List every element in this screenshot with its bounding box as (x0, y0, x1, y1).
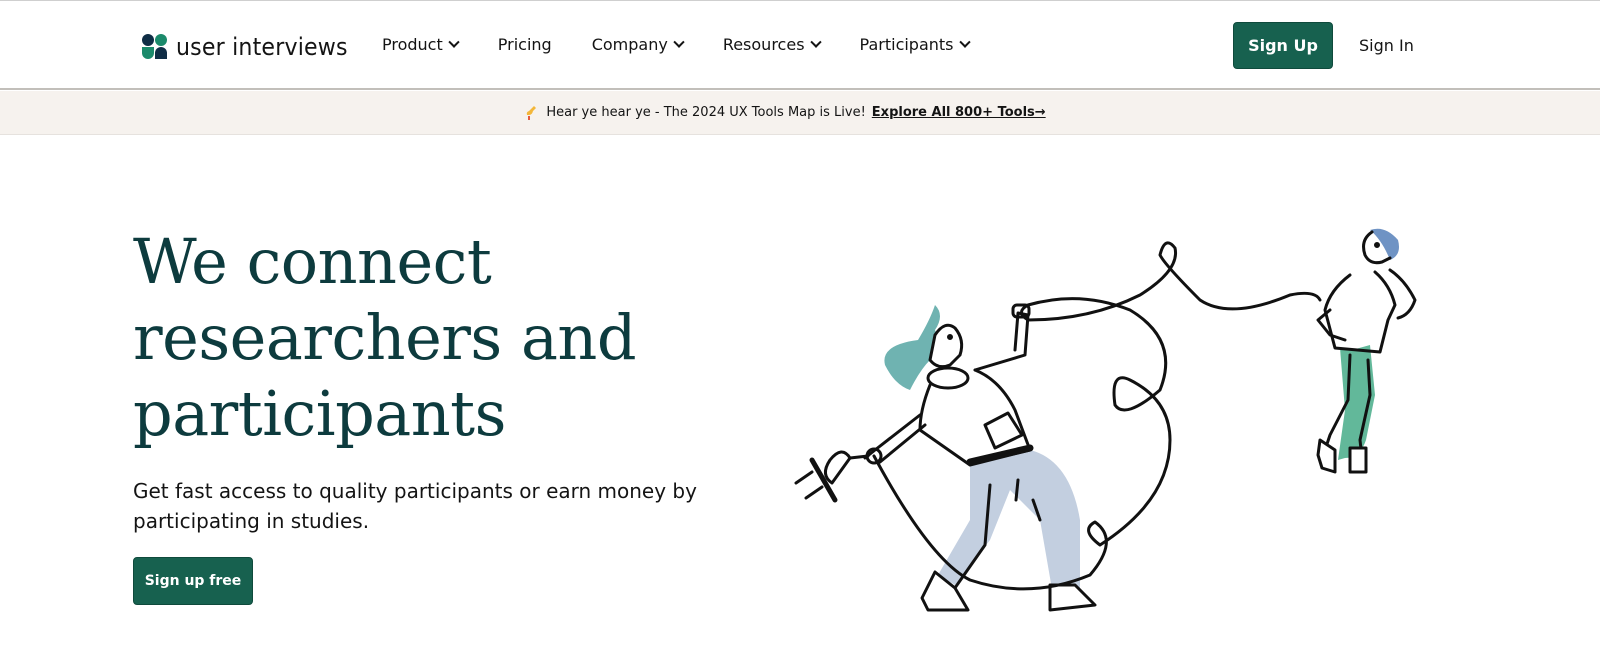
announcement-banner: Hear ye hear ye - The 2024 UX Tools Map … (0, 91, 1600, 135)
sign-up-button[interactable]: Sign Up (1233, 22, 1333, 69)
cable-line-illustration (872, 241, 1322, 591)
nav-item-label: Pricing (497, 35, 552, 54)
hero-title: We connect researchers and participants (133, 224, 733, 452)
man-figure-illustration (1316, 228, 1417, 474)
hero-illustration (794, 228, 1417, 612)
trumpet-icon (527, 105, 537, 120)
main-nav: Product Pricing Company Resources Partic… (382, 35, 1009, 54)
explore-tools-link[interactable]: Explore All 800+ Tools→ (872, 105, 1046, 120)
hero-title-line: We connect (133, 225, 492, 298)
nav-item-pricing[interactable]: Pricing (498, 35, 552, 54)
nav-item-participants[interactable]: Participants (859, 35, 971, 54)
nav-item-label: Participants (859, 35, 954, 54)
hero-title-line: participants (133, 377, 506, 450)
nav-item-product[interactable]: Product (382, 35, 460, 54)
nav-item-label: Resources (722, 35, 805, 54)
logo-icon (142, 34, 168, 60)
chevron-down-icon (809, 36, 822, 48)
sign-up-free-button[interactable]: Sign up free (133, 557, 253, 605)
chevron-down-icon (448, 36, 460, 48)
nav-item-company[interactable]: Company (591, 35, 685, 54)
nav-item-label: Company (591, 35, 668, 54)
hero-title-line: researchers and (133, 301, 637, 374)
hero-subtitle: Get fast access to quality participants … (133, 479, 697, 533)
site-header: user interviews Product Pricing Company … (0, 1, 1600, 90)
logo-text: user interviews (176, 33, 348, 61)
banner-text: Hear ye hear ye - The 2024 UX Tools Map … (546, 105, 866, 120)
nav-item-label: Product (382, 35, 443, 54)
logo-link[interactable]: user interviews (142, 33, 363, 61)
nav-item-resources[interactable]: Resources (722, 35, 822, 54)
woman-figure-illustration (794, 303, 1097, 612)
sign-in-link[interactable]: Sign In (1359, 36, 1414, 55)
chevron-down-icon (673, 36, 685, 48)
chevron-down-icon (958, 36, 971, 48)
